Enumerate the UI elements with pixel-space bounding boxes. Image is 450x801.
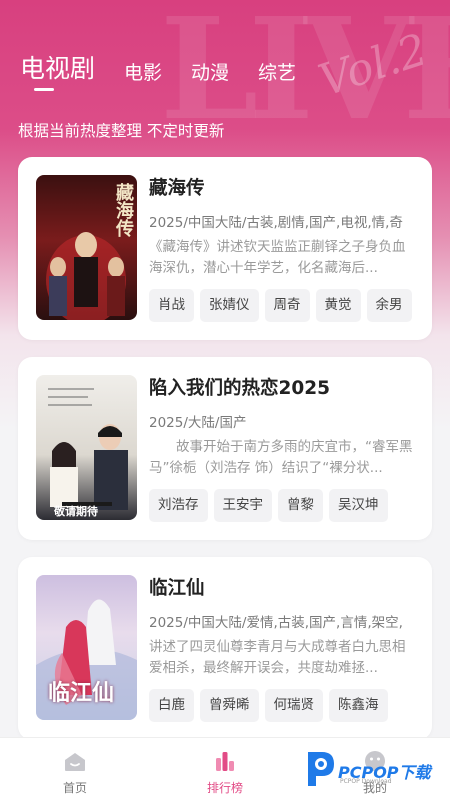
poster-title-text: 临江仙 (48, 680, 115, 706)
drama-title[interactable]: 临江仙 (149, 575, 418, 603)
tab-tv-series[interactable]: 电视剧 (20, 49, 95, 85)
cast-chip[interactable]: 张婧仪 (200, 289, 259, 322)
tab-anime[interactable]: 动漫 (191, 58, 229, 85)
cast-chip[interactable]: 王安宇 (213, 489, 272, 522)
cast-chip[interactable]: 刘浩存 (149, 489, 208, 522)
watermark-subtext: PCPOP Download (340, 778, 392, 785)
cast-list: 刘浩存 王安宇 曾黎 吴汉坤 (149, 489, 418, 522)
tab-movies[interactable]: 电影 (124, 58, 162, 85)
drama-meta: 2025/中国大陆/古装,剧情,国产,电视,情,奇 (149, 215, 403, 231)
watermark-logo-icon (308, 752, 334, 786)
drama-card[interactable]: 临江仙 临江仙 2025/中国大陆/爱情,古装,国产,言情,架空, 讲述了四灵仙… (18, 557, 432, 740)
cast-chip[interactable]: 何瑞贤 (264, 689, 323, 722)
drama-description: 讲述了四灵仙尊李青月与大成尊者白九思相爱相杀，最终解开误会，共度劫难拯... (149, 639, 406, 676)
nav-ranking[interactable]: 排行榜 (150, 738, 300, 801)
drama-card[interactable]: 藏海传 藏海传 2025/中国大陆/古装,剧情,国产,电视,情,奇 《藏海传》讲… (18, 157, 432, 340)
drama-card[interactable]: 敬请期待 陷入我们的热恋2025 2025/大陆/国产 故事开始于南方多雨的庆宜… (18, 357, 432, 540)
drama-description: 《藏海传》讲述钦天监监正蒯铎之子身负血海深仇，潜心十年学艺，化名藏海后... (149, 239, 406, 276)
cast-chip[interactable]: 肖战 (149, 289, 194, 322)
poster-title-text: 藏海传 (113, 183, 134, 237)
cast-list: 肖战 张婧仪 周奇 黄觉 余男 (149, 289, 418, 322)
nav-home-label: 首页 (62, 781, 87, 795)
nav-ranking-label: 排行榜 (206, 781, 243, 795)
ranking-chart-icon (216, 752, 234, 771)
poster-couple-image (48, 388, 128, 510)
ranking-subtitle: 根据当前热度整理 不定时更新 (18, 122, 225, 140)
drama-meta: 2025/中国大陆/爱情,古装,国产,言情,架空, (149, 615, 403, 631)
cast-chip[interactable]: 白鹿 (149, 689, 194, 722)
drama-title[interactable]: 藏海传 (149, 175, 418, 203)
drama-meta: 2025/大陆/国产 (149, 415, 247, 431)
drama-description: 故事开始于南方多雨的庆宜市，“睿军黑马”徐栀（刘浩存 饰）结识了“裸分状... (149, 439, 413, 476)
cast-chip[interactable]: 曾黎 (278, 489, 323, 522)
cast-list: 白鹿 曾舜晞 何瑞贤 陈鑫海 (149, 689, 418, 722)
drama-poster[interactable]: 藏海传 (36, 175, 137, 320)
cast-chip[interactable]: 陈鑫海 (329, 689, 388, 722)
tab-variety[interactable]: 综艺 (258, 58, 296, 85)
drama-poster[interactable]: 敬请期待 (36, 375, 137, 520)
cast-chip[interactable]: 余男 (366, 289, 412, 322)
cast-chip[interactable]: 周奇 (264, 289, 310, 322)
nav-home[interactable]: 首页 (0, 738, 150, 801)
cast-chip[interactable]: 曾舜晞 (200, 689, 259, 722)
drama-title[interactable]: 陷入我们的热恋2025 (149, 375, 418, 403)
home-icon (65, 753, 85, 771)
category-tabs: 电视剧 电影 动漫 综艺 (20, 45, 325, 85)
cast-chip[interactable]: 吴汉坤 (329, 489, 388, 522)
poster-title-text: 敬请期待 (54, 505, 98, 518)
drama-poster[interactable]: 临江仙 (36, 575, 137, 720)
watermark: PCPOP下载 PCPOP Download (302, 744, 450, 794)
cast-chip[interactable]: 黄觉 (315, 289, 361, 322)
active-tab-indicator (34, 88, 54, 91)
